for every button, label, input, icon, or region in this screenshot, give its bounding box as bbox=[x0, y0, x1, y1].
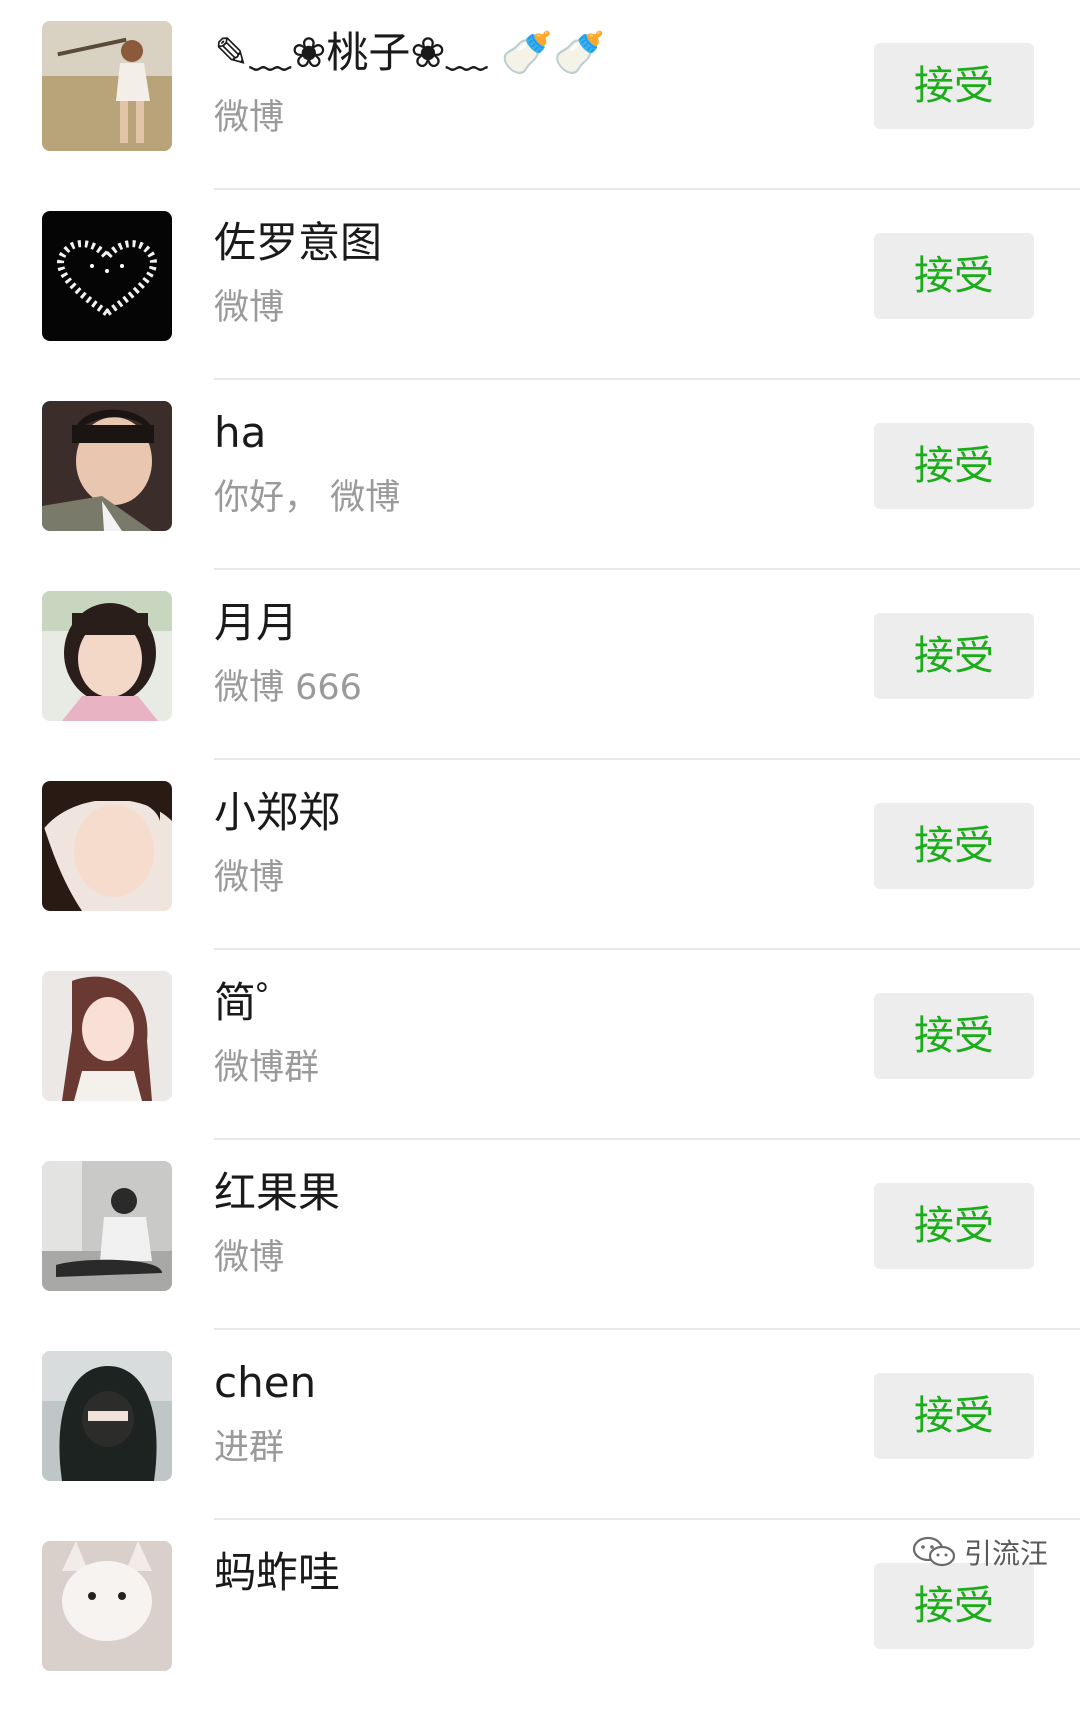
requester-name: ✎﹏❀桃子❀﹏ 🍼🍼 bbox=[214, 28, 606, 77]
avatar-heart-of-lights-icon[interactable] bbox=[42, 211, 172, 341]
request-row[interactable]: ha 你好， 微博 接受 bbox=[0, 380, 1080, 570]
accept-button[interactable]: 接受 bbox=[874, 613, 1034, 699]
accept-button[interactable]: 接受 bbox=[874, 1373, 1034, 1459]
requester-name: chen bbox=[214, 1358, 317, 1407]
request-message: 微博群 bbox=[214, 1048, 320, 1088]
wechat-official-account-icon bbox=[912, 1536, 956, 1567]
avatar-girl-with-rifle-icon[interactable] bbox=[42, 21, 172, 151]
requester-name: 蚂蚱哇 bbox=[214, 1548, 341, 1597]
accept-button[interactable]: 接受 bbox=[874, 233, 1034, 319]
watermark: 引流汪 bbox=[912, 1532, 1048, 1572]
avatar-white-dog-icon[interactable] bbox=[42, 1541, 172, 1671]
avatar-little-girl-icon[interactable] bbox=[42, 591, 172, 721]
requester-name: 小郑郑 bbox=[214, 788, 341, 837]
accept-button[interactable]: 接受 bbox=[874, 803, 1034, 889]
avatar-woman-winking-icon[interactable] bbox=[42, 781, 172, 911]
requester-name: 简゜ bbox=[214, 978, 299, 1027]
request-message: 微博 bbox=[214, 98, 285, 138]
avatar-boy-portrait-icon[interactable] bbox=[42, 401, 172, 531]
request-message: 微博 bbox=[214, 858, 285, 898]
requester-name: ha bbox=[214, 408, 267, 457]
accept-button[interactable]: 接受 bbox=[874, 1563, 1034, 1649]
request-message: 微博 bbox=[214, 1238, 285, 1278]
requester-name: 月月 bbox=[214, 598, 299, 647]
avatar-hooded-figure-icon[interactable] bbox=[42, 1351, 172, 1481]
request-message: 微博 bbox=[214, 288, 285, 328]
avatar-woman-long-hair-icon[interactable] bbox=[42, 971, 172, 1101]
accept-button[interactable]: 接受 bbox=[874, 1183, 1034, 1269]
accept-button[interactable]: 接受 bbox=[874, 43, 1034, 129]
request-row[interactable]: 小郑郑 微博 接受 bbox=[0, 760, 1080, 950]
request-row[interactable]: ✎﹏❀桃子❀﹏ 🍼🍼 微博 接受 bbox=[0, 0, 1080, 190]
requester-name: 佐罗意图 bbox=[214, 218, 383, 267]
request-row[interactable]: chen 进群 接受 bbox=[0, 1330, 1080, 1520]
request-message: 进群 bbox=[214, 1428, 285, 1468]
request-row[interactable]: 红果果 微博 接受 bbox=[0, 1140, 1080, 1330]
accept-button[interactable]: 接受 bbox=[874, 993, 1034, 1079]
request-message: 你好， 微博 bbox=[214, 478, 401, 518]
watermark-text: 引流汪 bbox=[964, 1537, 1049, 1570]
requester-name: 红果果 bbox=[214, 1168, 341, 1217]
request-message: 微博 666 bbox=[214, 668, 362, 708]
request-row[interactable]: 佐罗意图 微博 接受 bbox=[0, 190, 1080, 380]
request-row[interactable]: 月月 微博 666 接受 bbox=[0, 570, 1080, 760]
request-row[interactable]: 简゜ 微博群 接受 bbox=[0, 950, 1080, 1140]
accept-button[interactable]: 接受 bbox=[874, 423, 1034, 509]
avatar-sitting-person-icon[interactable] bbox=[42, 1161, 172, 1291]
